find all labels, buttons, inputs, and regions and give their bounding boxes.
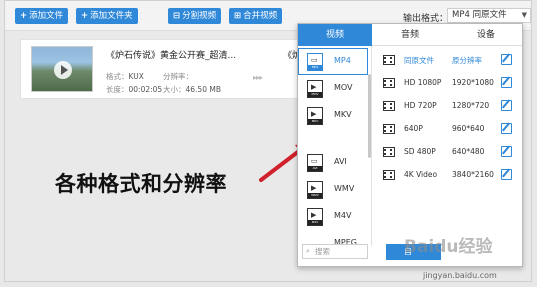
resolution-list: 同原文件 原分辨率 HD 1080P 1920*1080 HD 720P 128…	[374, 46, 524, 236]
format-tabs: 视频 音频 设备	[298, 24, 522, 46]
resolution-row[interactable]: 4K Video 3840*2160	[374, 164, 522, 186]
edit-icon[interactable]	[501, 123, 512, 134]
film-icon	[383, 55, 395, 65]
film-icon	[383, 170, 395, 180]
format-item-m4v[interactable]: ▶ M4V M4V	[298, 203, 368, 230]
format-item-mp4[interactable]: ▭ MP4 MP4	[298, 48, 368, 75]
merge-video-button[interactable]: ⊞ 合并视频	[229, 8, 283, 24]
video-file-icon: ▶ MKV	[307, 107, 323, 125]
size-meta: 大小：46.50 MB	[163, 85, 221, 94]
film-icon	[383, 147, 395, 157]
format-item-mov[interactable]: ▶ MOV MOV	[298, 75, 368, 102]
edit-icon[interactable]	[501, 169, 512, 180]
resolution-row[interactable]: 同原文件 原分辨率	[374, 49, 522, 71]
add-file-button[interactable]: + 添加文件	[15, 8, 69, 24]
split-icon: ⊟	[173, 11, 181, 21]
film-icon	[383, 124, 395, 134]
split-video-button[interactable]: ⊟ 分割视频	[168, 8, 222, 24]
resolution-row[interactable]: SD 480P 640*480	[374, 141, 522, 163]
format-list: ▭ MP4 MP4 ▶ MOV MOV ▶ MKV MKV ▭ AVI AVI ▶ WMV…	[298, 46, 372, 246]
edit-icon[interactable]	[501, 100, 512, 111]
video-file-icon: ▶ WMV	[307, 181, 323, 199]
watermark-logo: Baidu经验	[404, 237, 493, 257]
format-dropdown-panel: 视频 音频 设备 ▭ MP4 MP4 ▶ MOV MOV ▶ MKV MKV ▭ AVI…	[297, 23, 523, 267]
file-item[interactable]: 《炉石传说》黄金公开赛_超清... 格式：KUX 分辨率： 长度：00:02:0…	[20, 39, 320, 99]
edit-icon[interactable]	[501, 77, 512, 88]
add-folder-button[interactable]: + 添加文件夹	[76, 8, 138, 24]
tab-device[interactable]: 设备	[448, 24, 524, 46]
resolution-row[interactable]: HD 1080P 1920*1080	[374, 72, 522, 94]
format-item-avi[interactable]: ▭ AVI AVI	[298, 149, 368, 176]
plus-icon: +	[20, 11, 28, 21]
search-icon: ⌕	[306, 247, 310, 255]
annotation-text: 各种格式和分辨率	[55, 172, 227, 196]
merge-icon: ⊞	[234, 11, 242, 21]
edit-icon[interactable]	[501, 54, 512, 65]
video-file-icon: ▭ AVI	[307, 154, 323, 172]
format-item-wmv[interactable]: ▶ WMV WMV	[298, 176, 368, 203]
video-file-icon: ▶ MOV	[307, 80, 323, 98]
resolution-meta: 分辨率：	[163, 72, 193, 81]
chevron-down-icon: ▼	[521, 11, 527, 19]
tab-audio[interactable]: 音频	[372, 24, 448, 46]
resolution-row[interactable]: 640P 960*640	[374, 118, 522, 140]
format-meta: 格式：KUX	[106, 72, 144, 81]
video-file-icon: ▭ MP4	[307, 53, 323, 71]
watermark-url: jingyan.baidu.com	[423, 271, 497, 280]
plus-icon: +	[81, 11, 89, 21]
video-file-icon: ▶ M4V	[307, 208, 323, 226]
format-search-input[interactable]: ⌕ 搜索	[302, 244, 368, 259]
tab-video[interactable]: 视频	[298, 24, 372, 46]
resolution-row[interactable]: HD 720P 1280*720	[374, 95, 522, 117]
convert-arrow-icon: ▸▸▸	[253, 73, 263, 82]
file-name: 《炉石传说》黄金公开赛_超清...	[106, 51, 237, 61]
film-icon	[383, 78, 395, 88]
play-icon[interactable]	[54, 61, 72, 79]
edit-icon[interactable]	[501, 146, 512, 157]
format-item-mkv[interactable]: ▶ MKV MKV	[298, 102, 368, 129]
film-icon	[383, 101, 395, 111]
duration-meta: 长度：00:02:05	[106, 85, 163, 94]
format-list-scrollbar[interactable]	[368, 74, 371, 158]
output-format-select[interactable]: MP4 同原文件 ▼	[447, 8, 531, 23]
video-thumbnail[interactable]	[31, 46, 93, 92]
